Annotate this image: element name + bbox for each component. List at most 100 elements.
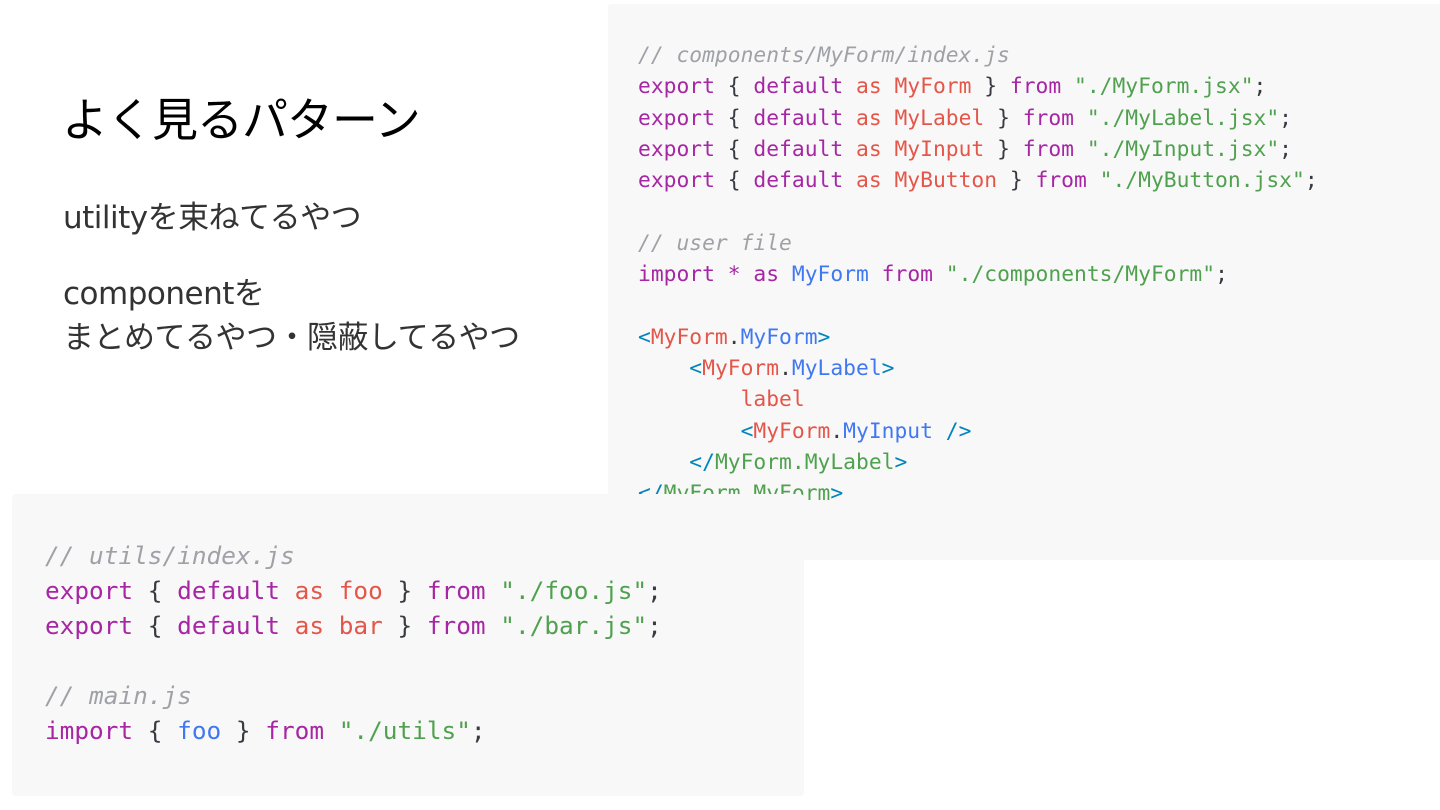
code-token-string: "./utils" [338, 716, 471, 745]
code-token-punct: } [221, 716, 266, 745]
code-line: <MyForm.MyLabel> [638, 353, 1440, 384]
code-line: export { default as bar } from "./bar.js… [45, 608, 804, 643]
code-token-ident: MyButton [894, 168, 998, 194]
code-token-keyword: * [727, 262, 741, 288]
code-line: export { default as MyForm } from "./MyF… [638, 71, 1440, 102]
code-token-tag-bracket: > [894, 449, 908, 475]
code-token-tag-bracket: > [881, 355, 895, 381]
code-token-punct: { [133, 611, 178, 640]
code-token-keyword: from [1035, 168, 1087, 194]
code-token-comment: // utils/index.js [45, 541, 295, 570]
code-token-keyword: from [426, 576, 486, 605]
code-token-punct [843, 106, 856, 131]
code-block-components: // components/MyForm/index.js export { de… [608, 4, 1440, 560]
code-token-punct: . [830, 418, 844, 444]
code-token-string: "./bar.js" [500, 611, 648, 640]
code-token-keyword: from [1022, 136, 1075, 162]
code-token-ident: bar [338, 611, 383, 640]
code-line: // components/MyForm/index.js [638, 40, 1440, 71]
code-token-tag-name: MyForm [702, 355, 780, 381]
code-token-tag-bracket: < [689, 355, 703, 381]
code-token-punct [882, 106, 895, 131]
code-token-ident: MyForm [894, 74, 972, 100]
code-token-tag-name: MyForm [753, 418, 831, 444]
code-token-punct [1074, 106, 1087, 131]
code-token-comment: // components/MyForm/index.js [638, 43, 1010, 68]
code-token-tag-bracket: /> [932, 418, 972, 444]
code-token-punct: { [714, 105, 754, 131]
code-token-punct: ; [1253, 74, 1267, 100]
code-token-punct [1061, 74, 1074, 99]
code-token-string: "./MyButton.jsx" [1099, 168, 1305, 194]
code-token-keyword: from [1022, 105, 1075, 131]
code-line: </MyForm.MyLabel> [638, 447, 1440, 478]
code-token-keyword: default [753, 168, 844, 194]
code-token-tag-bracket: < [740, 418, 754, 444]
code-token-punct [843, 137, 856, 162]
code-token-string: "./components/MyForm" [945, 262, 1216, 288]
code-token-punct [715, 262, 728, 287]
code-token-keyword: as [753, 262, 780, 288]
code-token-string: "./MyInput.jsx" [1086, 136, 1280, 162]
code-token-punct [1074, 137, 1087, 162]
code-token-keyword: from [265, 716, 325, 745]
code-token-tag-name: MyForm [650, 324, 728, 350]
code-token-tag-bracket: < [638, 324, 651, 350]
code-token-tag-bracket: > [817, 324, 831, 350]
code-token-punct: } [971, 74, 1010, 100]
code-token-punct [882, 74, 895, 99]
code-line: export { default as MyInput } from "./My… [638, 134, 1440, 165]
code-token-as: as [856, 74, 882, 100]
code-token-punct [486, 576, 501, 605]
bullet-component-line-1: componentを [63, 276, 265, 312]
code-token-tag-prop: MyInput [843, 418, 933, 444]
code-token-punct [280, 576, 295, 605]
code-token-punct [882, 137, 895, 162]
code-token-as: as [856, 168, 882, 194]
code-token-comment: // user file [638, 230, 792, 256]
code-token-string: "./foo.js" [500, 576, 648, 605]
code-token-keyword: default [177, 576, 280, 605]
code-token-keyword: default [753, 74, 844, 100]
code-line: <MyForm.MyInput /> [638, 416, 1440, 447]
code-line: // main.js [45, 678, 804, 713]
slide-title: よく見るパターン [62, 93, 421, 147]
code-line: export { default as MyLabel } from "./My… [638, 103, 1440, 134]
code-token-punct [638, 419, 741, 444]
code-token-ident: MyLabel [894, 105, 985, 131]
code-token-punct: { [714, 74, 754, 100]
code-token-punct: } [984, 136, 1023, 162]
code-token-punct: ; [647, 576, 662, 605]
code-token-punct: ; [1279, 105, 1292, 131]
code-token-punct [1087, 168, 1100, 193]
code-line: import { foo } from "./utils"; [45, 713, 804, 748]
code-token-punct: { [714, 168, 754, 194]
code-token-punct [280, 611, 295, 640]
code-token-punct: ; [470, 716, 486, 745]
code-token-punct [779, 262, 792, 287]
code-token-punct [324, 611, 339, 640]
code-token-keyword: export [45, 611, 134, 640]
code-token-tag-prop: MyLabel [791, 355, 882, 381]
code-token-keyword: from [426, 611, 486, 640]
code-token-punct: . [779, 355, 792, 381]
code-token-punct: { [133, 716, 178, 745]
code-block-utils: // utils/index.js export { default as foo… [12, 494, 804, 796]
code-token-punct [486, 611, 501, 640]
code-token-keyword: import [638, 262, 715, 288]
code-token-punct: } [382, 576, 427, 605]
code-token-tag-bracket: > [830, 481, 844, 507]
code-token-punct [933, 262, 946, 287]
code-line: // user file [638, 228, 1440, 259]
code-token-keyword: export [45, 576, 134, 605]
code-token-keyword: default [753, 105, 844, 131]
code-line: label [638, 384, 1440, 415]
code-line: // utils/index.js [45, 538, 804, 573]
code-token-ident-blue: foo [177, 716, 222, 745]
code-token-keyword: default [177, 611, 280, 640]
code-token-punct [843, 74, 856, 99]
code-line: <MyForm.MyForm> [638, 322, 1440, 353]
